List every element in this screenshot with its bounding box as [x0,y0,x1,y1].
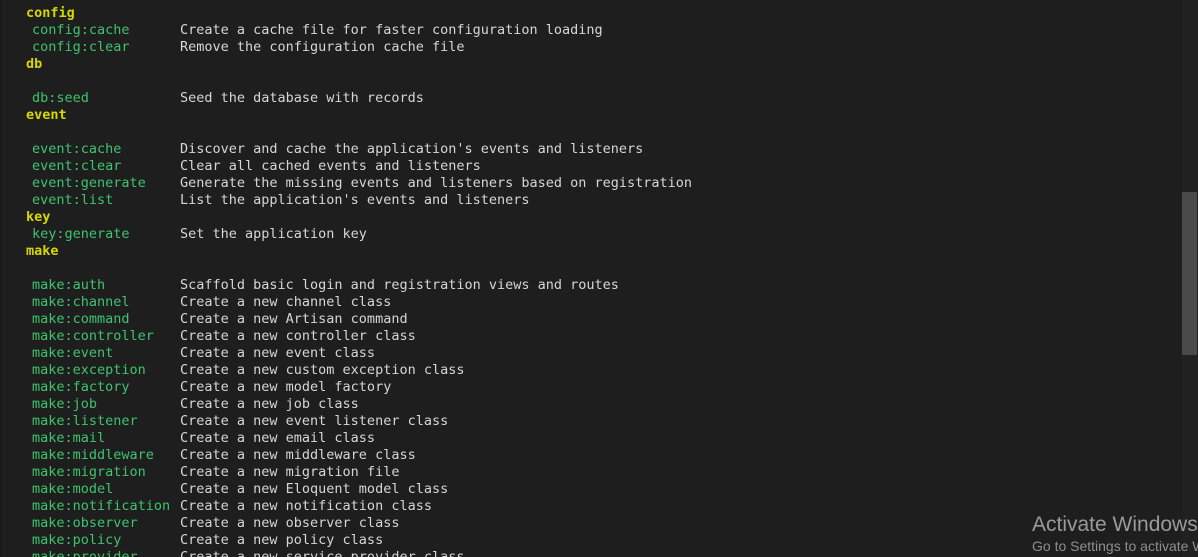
command-name: make:job [32,396,98,412]
command-name: db:seed [32,90,89,106]
command-group-heading: event [26,107,67,123]
command-group-heading: make [26,243,59,259]
command-row: make:listener Create a new event listener… [0,413,1180,430]
command-description: Create a new notification class [180,498,432,514]
command-name: make:event [32,345,114,361]
command-description: Create a new policy class [180,532,384,548]
scrollbar-track[interactable] [1182,0,1198,557]
command-row: make:provider Create a new service provid… [0,549,1180,557]
command-row: event:list List the application's events … [0,192,1180,209]
command-row: make:middleware Create a new middleware c… [0,447,1180,464]
command-description: Create a new event listener class [180,413,449,429]
command-description: Create a new event class [180,345,376,361]
command-name: make:notification [32,498,171,514]
command-description: Create a new Eloquent model class [180,481,449,497]
command-name: make:policy [32,532,122,548]
command-row: make:factory Create a new model factory [0,379,1180,396]
command-description: Discover and cache the application's eve… [180,141,644,157]
terminal-window: config config:cache Create a cache file fo… [0,0,1198,557]
command-description: Create a new controller class [180,328,416,344]
command-description: Set the application key [180,226,367,242]
command-description: List the application's events and listen… [180,192,530,208]
command-name: event:clear [32,158,122,174]
command-name: config:cache [32,22,130,38]
command-row: make:auth Scaffold basic login and regist… [0,277,1180,294]
command-description: Create a cache file for faster configura… [180,22,603,38]
command-row: make:channel Create a new channel class [0,294,1180,311]
scrollbar-thumb[interactable] [1182,192,1197,355]
command-description: Create a new service provider class [180,549,465,557]
command-description: Create a new email class [180,430,376,446]
command-name: make:migration [32,464,146,480]
command-row: make:controller Create a new controller c… [0,328,1180,345]
command-row: make:migration Create a new migration fil… [0,464,1180,481]
command-name: make:channel [32,294,130,310]
command-name: make:middleware [32,447,154,463]
command-name: make:auth [32,277,106,293]
command-row: event:cache Discover and cache the applic… [0,141,1180,158]
command-name: key:generate [32,226,130,242]
command-description: Clear all cached events and listeners [180,158,481,174]
command-name: make:listener [32,413,138,429]
command-description: Generate the missing events and listener… [180,175,693,191]
command-name: make:controller [32,328,154,344]
command-name: make:exception [32,362,146,378]
command-row: make:model Create a new Eloquent model cl… [0,481,1180,498]
command-row: config:clear Remove the configuration cac… [0,39,1180,56]
command-description: Create a new observer class [180,515,400,531]
command-row: make:notification Create a new notificati… [0,498,1180,515]
command-group-heading: config [26,5,75,21]
command-description: Create a new custom exception class [180,362,465,378]
command-name: make:command [32,311,130,327]
command-description: Create a new migration file [180,464,400,480]
command-group-heading: db [26,56,43,72]
command-name: make:observer [32,515,138,531]
command-description: Remove the configuration cache file [180,39,465,55]
command-row: make:job Create a new job class [0,396,1180,413]
command-row: make:mail Create a new email class [0,430,1180,447]
command-list: config config:cache Create a cache file fo… [0,5,1180,557]
command-description: Create a new job class [180,396,359,412]
command-description: Create a new channel class [180,294,392,310]
command-row: make:policy Create a new policy class [0,532,1180,549]
command-name: event:list [32,192,114,208]
command-description: Create a new Artisan command [180,311,408,327]
command-row: event:generate Generate the missing event… [0,175,1180,192]
command-row: key:generate Set the application key [0,226,1180,243]
command-name: make:model [32,481,114,497]
command-row: db:seed Seed the database with records [0,90,1180,107]
command-name: event:generate [32,175,146,191]
command-name: make:factory [32,379,130,395]
command-row: make:command Create a new Artisan command [0,311,1180,328]
command-name: make:provider [32,549,138,557]
command-name: event:cache [32,141,122,157]
command-name: make:mail [32,430,106,446]
command-description: Create a new model factory [180,379,392,395]
command-description: Seed the database with records [180,90,424,106]
command-name: config:clear [32,39,130,55]
command-row: config:cache Create a cache file for fast… [0,22,1180,39]
command-row: make:event Create a new event class [0,345,1180,362]
command-description: Scaffold basic login and registration vi… [180,277,619,293]
command-row: make:observer Create a new observer class [0,515,1180,532]
command-description: Create a new middleware class [180,447,416,463]
command-row: event:clear Clear all cached events and l… [0,158,1180,175]
command-group-heading: key [26,209,51,225]
command-row: make:exception Create a new custom except… [0,362,1180,379]
